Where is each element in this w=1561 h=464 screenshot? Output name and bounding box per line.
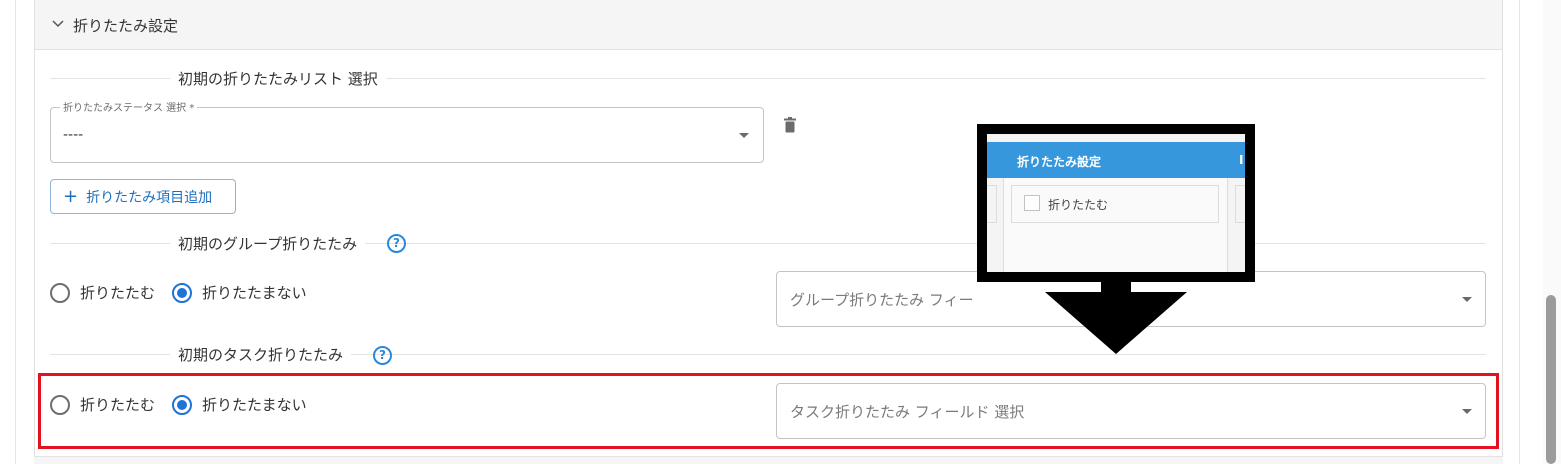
plus-icon: +: [63, 185, 79, 207]
group-collapse-radio[interactable]: [50, 282, 70, 303]
group-collapse-radio-group: 折りたたむ 折りたたまない: [50, 282, 324, 303]
chevron-down-icon: [52, 20, 64, 28]
preview-header-title: 折りたたみ設定: [1017, 155, 1102, 169]
task-section-heading: 初期のタスク折りたたみ: [170, 344, 352, 365]
trash-icon[interactable]: [783, 117, 797, 133]
preview-cell-left: [987, 185, 997, 223]
help-icon[interactable]: ?: [373, 346, 392, 365]
group-no-collapse-radio[interactable]: [172, 282, 193, 303]
preview-checkbox-label: 折りたたむ: [1048, 198, 1109, 212]
add-collapse-item-button[interactable]: + 折りたたみ項目追加: [50, 179, 236, 214]
chevron-down-icon: [1462, 297, 1472, 302]
group-field-placeholder: グループ折りたたみ フィー: [790, 291, 974, 309]
collapse-status-select[interactable]: [50, 107, 764, 163]
scrollbar-thumb[interactable]: [1546, 295, 1556, 464]
group-section-heading: 初期のグループ折りたたみ: [170, 233, 366, 254]
list-section-heading: 初期の折りたたみリスト 選択: [170, 68, 386, 89]
group-collapse-label: 折りたたむ: [80, 284, 156, 302]
collapse-status-value: ----: [63, 127, 84, 143]
preview-header-edge: I: [1239, 153, 1244, 167]
next-panel-edge: [34, 456, 1503, 464]
arrow-head-icon: [1045, 292, 1187, 354]
chevron-down-icon: [739, 133, 749, 138]
collapse-settings-header[interactable]: 折りたたみ設定: [34, 0, 1503, 50]
preview-callout: 折りたたみ設定 I 折りたたむ: [977, 124, 1255, 282]
help-icon[interactable]: ?: [387, 234, 406, 253]
preview-cell: 折りたたむ: [1011, 185, 1219, 223]
group-no-collapse-label: 折りたたまない: [202, 284, 307, 302]
add-collapse-item-label: 折りたたみ項目追加: [86, 189, 213, 206]
preview-header: 折りたたみ設定 I: [987, 142, 1245, 178]
collapse-status-label: 折りたたみステータス 選択 *: [60, 99, 198, 114]
preview-cell-right: [1235, 185, 1245, 223]
page-left-border: [15, 0, 16, 464]
content-right-border: [1519, 0, 1520, 464]
highlight-frame: [38, 373, 1499, 449]
panel-title: 折りたたみ設定: [73, 17, 179, 35]
checkbox-icon: [1024, 195, 1040, 211]
